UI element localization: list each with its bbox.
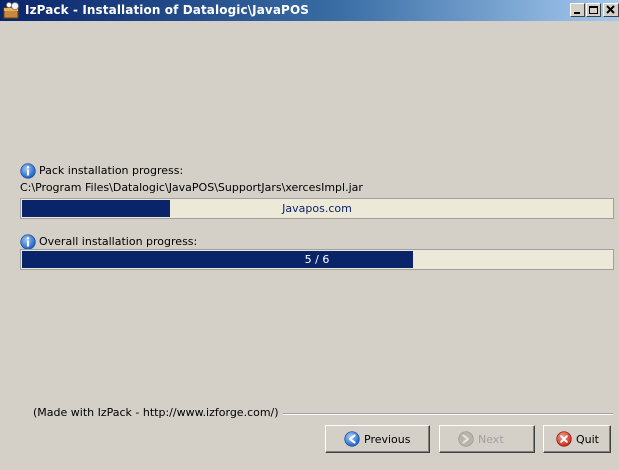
next-button[interactable]: Next bbox=[439, 425, 535, 453]
window-title: IzPack - Installation of Datalogic\JavaP… bbox=[25, 3, 309, 17]
overall-progress-bar: 5 / 6 bbox=[20, 249, 614, 270]
overall-progress-text: 5 / 6 bbox=[304, 253, 330, 266]
next-button-label: Next bbox=[478, 433, 504, 446]
quit-button[interactable]: Quit bbox=[543, 425, 611, 453]
current-file-path: C:\Program Files\Datalogic\JavaPOS\Suppo… bbox=[20, 181, 363, 194]
made-with-izpack-text: (Made with IzPack - http://www.izforge.c… bbox=[33, 406, 279, 419]
close-icon bbox=[606, 5, 615, 14]
info-icon bbox=[20, 234, 36, 250]
izpack-app-icon bbox=[3, 2, 19, 19]
overall-progress-label: Overall installation progress: bbox=[39, 235, 198, 248]
info-icon bbox=[20, 163, 36, 179]
next-arrow-icon bbox=[458, 431, 474, 447]
quit-x-icon bbox=[556, 431, 572, 447]
maximize-icon bbox=[589, 6, 598, 14]
previous-arrow-icon bbox=[344, 431, 360, 447]
maximize-button[interactable] bbox=[586, 3, 601, 17]
installer-window: IzPack - Installation of Datalogic\JavaP… bbox=[0, 0, 619, 470]
minimize-button[interactable] bbox=[570, 3, 585, 17]
close-button[interactable] bbox=[603, 3, 619, 17]
pack-progress-bar: Javapos.com bbox=[20, 198, 614, 219]
previous-button-label: Previous bbox=[364, 433, 411, 446]
pack-progress-label: Pack installation progress: bbox=[39, 164, 184, 177]
title-bar[interactable]: IzPack - Installation of Datalogic\JavaP… bbox=[0, 0, 619, 21]
footer-separator bbox=[283, 413, 613, 415]
pack-progress-text: Javapos.com bbox=[282, 202, 352, 215]
minimize-icon bbox=[574, 12, 580, 14]
previous-button[interactable]: Previous bbox=[325, 425, 430, 453]
quit-button-label: Quit bbox=[576, 433, 599, 446]
